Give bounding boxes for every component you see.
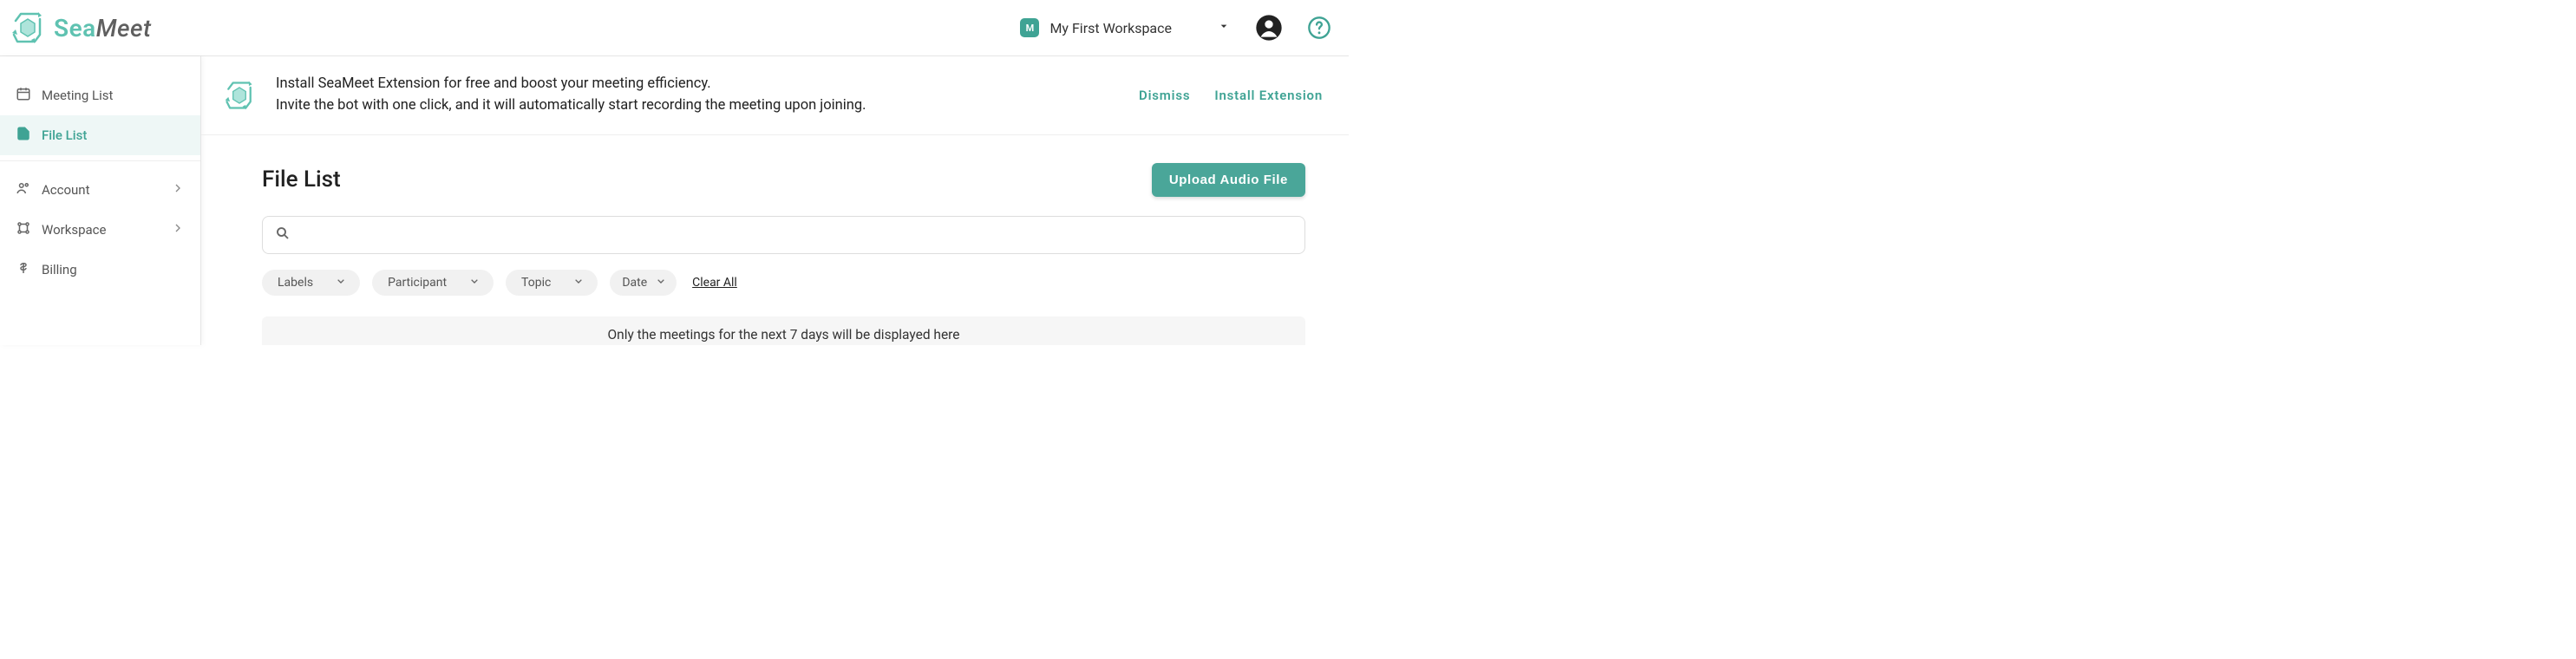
sidebar-item-label: File List [42, 127, 87, 143]
workspace-name: My First Workspace [1049, 20, 1172, 36]
filter-label: Topic [521, 276, 551, 290]
file-icon [16, 126, 31, 145]
sidebar: Meeting List File List Account Workspace [0, 56, 201, 345]
sidebar-item-meeting-list[interactable]: Meeting List [0, 75, 200, 115]
logo-mark-icon [9, 9, 47, 47]
help-icon[interactable] [1307, 16, 1331, 40]
filter-label: Date [622, 276, 647, 290]
extension-banner: Install SeaMeet Extension for free and b… [201, 56, 1349, 135]
dismiss-button[interactable]: Dismiss [1139, 88, 1190, 103]
sidebar-item-label: Workspace [42, 222, 106, 238]
sidebar-item-workspace[interactable]: Workspace [0, 210, 200, 250]
banner-line2: Invite the bot with one click, and it wi… [276, 95, 1120, 117]
filter-label: Labels [278, 276, 313, 290]
filter-label: Participant [388, 276, 447, 290]
workspace-dropdown[interactable]: M My First Workspace [1020, 18, 1231, 37]
clear-all-button[interactable]: Clear All [692, 276, 737, 290]
install-extension-button[interactable]: Install Extension [1214, 88, 1323, 103]
banner-text: Install SeaMeet Extension for free and b… [276, 74, 1120, 117]
search-box[interactable] [262, 216, 1305, 254]
chevron-right-icon [171, 221, 185, 238]
workspace-icon [16, 220, 31, 239]
sidebar-item-account[interactable]: Account [0, 170, 200, 210]
filter-date[interactable]: Date [610, 270, 677, 296]
content-head: File List Upload Audio File [262, 163, 1305, 197]
sidebar-item-label: Account [42, 182, 90, 198]
page-title: File List [262, 166, 341, 192]
logo-text: SeaMeet [54, 14, 152, 42]
top-header: SeaMeet M My First Workspace [0, 0, 1349, 56]
extension-logo-icon [222, 78, 257, 113]
dollar-icon [16, 260, 31, 279]
filter-topic[interactable]: Topic [506, 270, 598, 296]
account-small-icon [16, 180, 31, 199]
account-icon[interactable] [1255, 14, 1283, 42]
filter-participant[interactable]: Participant [372, 270, 494, 296]
info-message: Only the meetings for the next 7 days wi… [262, 316, 1305, 346]
content: File List Upload Audio File Labels Parti… [201, 135, 1349, 346]
workspace-badge: M [1020, 18, 1039, 37]
filter-row: Labels Participant Topic Date Clear All [262, 270, 1305, 296]
chevron-down-icon [572, 274, 585, 291]
search-icon [275, 225, 291, 245]
banner-actions: Dismiss Install Extension [1139, 88, 1323, 103]
sidebar-divider [0, 160, 200, 161]
chevron-down-icon [334, 274, 348, 291]
sidebar-item-file-list[interactable]: File List [0, 115, 200, 155]
logo[interactable]: SeaMeet [9, 9, 152, 47]
chevron-down-icon [1217, 19, 1231, 36]
chevron-down-icon [654, 274, 668, 291]
search-input[interactable] [299, 227, 1292, 242]
header-right: M My First Workspace [1020, 14, 1331, 42]
chevron-right-icon [171, 181, 185, 199]
sidebar-item-label: Billing [42, 262, 77, 277]
sidebar-item-label: Meeting List [42, 88, 113, 103]
sidebar-item-billing[interactable]: Billing [0, 250, 200, 290]
calendar-icon [16, 86, 31, 105]
banner-line1: Install SeaMeet Extension for free and b… [276, 74, 1120, 95]
main: Install SeaMeet Extension for free and b… [201, 56, 1349, 345]
upload-audio-button[interactable]: Upload Audio File [1152, 163, 1305, 197]
chevron-down-icon [467, 274, 481, 291]
filter-labels[interactable]: Labels [262, 270, 360, 296]
